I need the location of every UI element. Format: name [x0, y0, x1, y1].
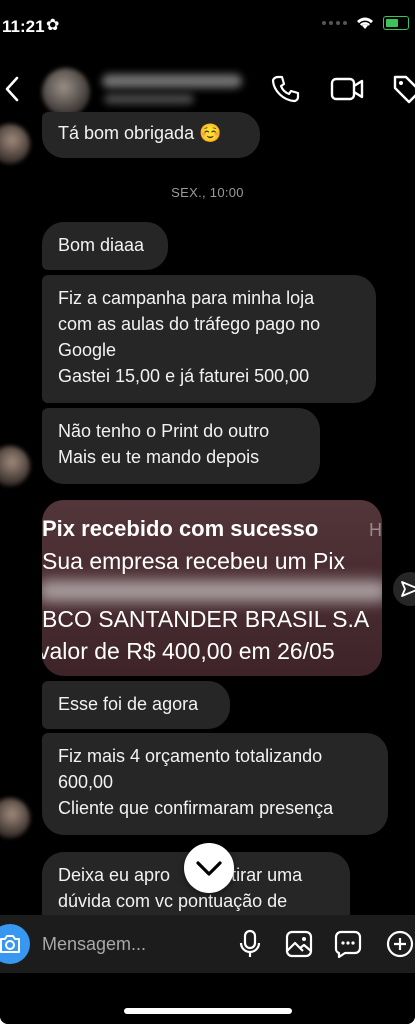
pix-blurred-line: [42, 580, 382, 602]
message-bubble[interactable]: Tá bom obrigada ☺️: [42, 112, 260, 158]
chat-header: [0, 56, 415, 120]
pix-amount: valor de R$ 400,00 em 26/05: [42, 638, 335, 664]
signal-icon: [322, 20, 347, 25]
status-icons: [322, 15, 409, 30]
pix-receipt-image[interactable]: Pix recebido com sucesso H Sua empresa r…: [42, 500, 382, 676]
message-bubble[interactable]: Esse foi de agora: [42, 681, 230, 729]
chevron-down-icon: [196, 861, 222, 876]
wifi-icon: [357, 17, 373, 29]
message-input[interactable]: Mensagem...: [42, 934, 146, 955]
microphone-icon[interactable]: [238, 929, 262, 959]
message-composer: Mensagem...: [0, 915, 415, 973]
contact-username-blurred: [104, 94, 194, 104]
back-arrow-icon[interactable]: [4, 76, 20, 102]
message-text-line: Fiz a campanha para minha loja: [58, 288, 315, 308]
camera-button[interactable]: [0, 924, 30, 964]
chat-timestamp: SEX., 10:00: [171, 185, 244, 200]
share-button[interactable]: [393, 572, 415, 606]
pix-bank: BCO SANTANDER BRASIL S.A: [42, 606, 370, 632]
gallery-icon[interactable]: [284, 929, 314, 959]
message-text: Bom diaaa: [58, 235, 145, 255]
message-text-part: Deixa eu apro: [58, 865, 171, 885]
scroll-to-bottom-button[interactable]: [184, 843, 234, 893]
sticker-chat-icon[interactable]: [333, 929, 363, 959]
pix-edge-char: H: [369, 520, 382, 540]
message-bubble[interactable]: Fiz mais 4 orçamento totalizando 600,00 …: [42, 733, 388, 835]
plus-circle-icon[interactable]: [385, 929, 415, 959]
video-call-icon[interactable]: [330, 74, 364, 104]
message-text-line: Mais eu te mando depois: [58, 447, 260, 467]
contact-avatar[interactable]: [42, 68, 90, 116]
status-bar: 11:21 ✿: [0, 0, 415, 48]
message-text-line: com as aulas do tráfego pago no: [58, 314, 321, 334]
home-indicator[interactable]: [124, 1008, 292, 1014]
message-text-line: Cliente que confirmaram presença: [58, 798, 334, 818]
message-text-line: Gastei 15,00 e já faturei 500,00: [58, 366, 310, 386]
bottom-safe-area: [0, 973, 415, 1024]
chat-screen: 11:21 ✿ Tá bom obrigada ☺️ SEX., 10:00 B…: [0, 0, 415, 1024]
tag-icon[interactable]: [392, 74, 415, 104]
message-text-line: Fiz mais 4 orçamento totalizando: [58, 746, 323, 766]
sender-avatar[interactable]: [0, 124, 30, 164]
message-text-line: Não tenho o Print do outro: [58, 421, 270, 441]
message-text: Tá bom obrigada ☺️: [58, 123, 222, 143]
message-bubble[interactable]: Fiz a campanha para minha loja com as au…: [42, 275, 376, 403]
phone-call-icon[interactable]: [270, 74, 300, 104]
message-bubble[interactable]: Não tenho o Print do outro Mais eu te ma…: [42, 408, 320, 484]
message-text-line: 600,00: [58, 772, 114, 792]
sender-avatar[interactable]: [0, 446, 30, 486]
contact-name-blurred[interactable]: [102, 74, 242, 88]
send-icon: [401, 581, 415, 597]
pix-subtitle: Sua empresa recebeu um Pix: [42, 548, 345, 574]
pix-title: Pix recebido com sucesso: [42, 516, 319, 541]
message-text: Esse foi de agora: [58, 694, 199, 714]
status-time: 11:21: [2, 17, 45, 36]
message-text-line: Google: [58, 340, 117, 360]
sender-avatar[interactable]: [0, 798, 30, 838]
flower-icon: ✿: [46, 17, 60, 34]
message-bubble[interactable]: Bom diaaa: [42, 222, 168, 270]
battery-icon: [383, 15, 409, 30]
camera-icon: [0, 935, 20, 953]
